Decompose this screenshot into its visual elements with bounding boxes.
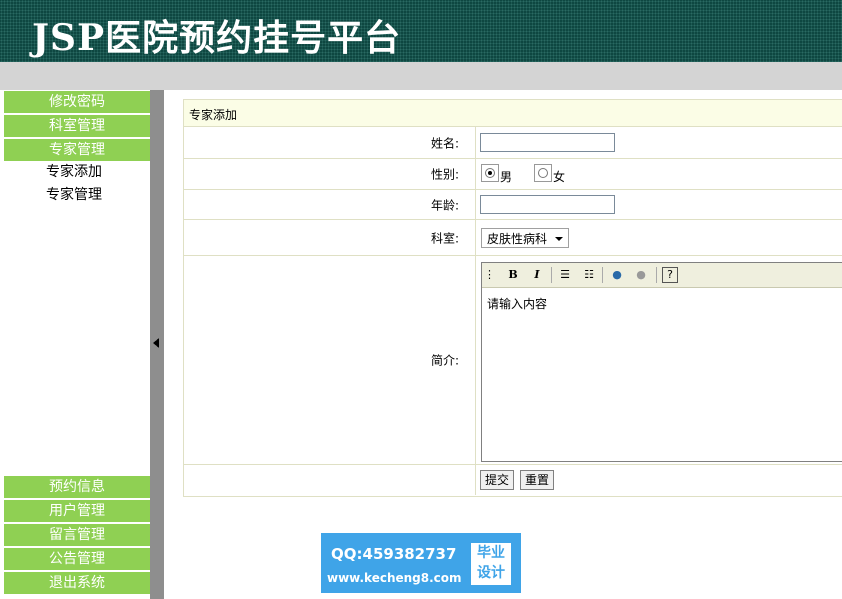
sidebar-item-notice-management[interactable]: 公告管理 (4, 548, 150, 570)
form-row-name: 姓名: (184, 127, 842, 159)
toolbar-grip-icon: ⋮ (484, 268, 495, 281)
help-button[interactable]: ? (662, 267, 678, 283)
form-title: 专家添加 (189, 108, 238, 122)
add-expert-form: 专家添加 姓名: 性别: 男 女 年龄: 科室: 皮肤性病科 简介: ⋮ B I… (183, 99, 842, 497)
italic-button[interactable]: I (528, 266, 546, 284)
unordered-list-icon[interactable]: ☷ (580, 266, 598, 284)
gender-male-radio[interactable] (481, 164, 499, 182)
rich-text-editor[interactable]: ⋮ B I ☰ ☷ ● ● ? 请输入内容 (481, 262, 842, 462)
form-row-department: 科室: 皮肤性病科 (184, 220, 842, 256)
name-input[interactable] (480, 133, 615, 152)
name-label: 姓名: (430, 136, 459, 150)
chevron-down-icon (555, 237, 563, 241)
form-row-age: 年龄: (184, 190, 842, 220)
app-title: JSP医院预约挂号平台 (32, 17, 402, 59)
form-row-actions: 提交 重置 (184, 465, 842, 495)
department-selected-value: 皮肤性病科 (487, 232, 548, 246)
sidebar-item-appointments[interactable]: 预约信息 (4, 476, 150, 498)
watermark-badge: 毕业 设计 (471, 543, 511, 585)
sidebar-subitem-add-expert[interactable]: 专家添加 (46, 161, 102, 183)
watermark-banner: QQ:459382737 www.kecheng8.com 毕业 设计 (321, 533, 521, 593)
reset-button[interactable]: 重置 (520, 470, 555, 490)
sidebar-item-expert-management[interactable]: 专家管理 (4, 139, 150, 161)
sidebar-item-user-management[interactable]: 用户管理 (4, 500, 150, 522)
sidebar-item-logout[interactable]: 退出系统 (4, 572, 150, 594)
intro-label: 简介: (430, 353, 459, 368)
gender-label: 性别: (430, 167, 459, 182)
editor-toolbar: ⋮ B I ☰ ☷ ● ● ? (482, 263, 842, 288)
form-row-gender: 性别: 男 女 (184, 159, 842, 190)
form-row-intro: 简介: ⋮ B I ☰ ☷ ● ● ? 请输入内容 (184, 256, 842, 465)
submit-button[interactable]: 提交 (480, 470, 515, 490)
sidebar-splitter[interactable] (150, 90, 164, 599)
department-select[interactable]: 皮肤性病科 (481, 228, 569, 248)
watermark-url: www.kecheng8.com (327, 571, 462, 585)
gender-male-label: 男 (500, 170, 513, 184)
gender-female-radio[interactable] (534, 164, 552, 182)
bold-button[interactable]: B (504, 266, 522, 284)
remove-link-icon[interactable]: ● (632, 266, 650, 284)
watermark-qq: QQ:459382737 (331, 545, 457, 563)
sidebar-item-department-management[interactable]: 科室管理 (4, 115, 150, 137)
collapse-arrow-icon[interactable] (153, 338, 159, 348)
age-input[interactable] (480, 195, 615, 214)
form-header: 专家添加 (184, 100, 842, 127)
gender-female-label: 女 (553, 170, 566, 184)
app-header: JSP医院预约挂号平台 (0, 0, 842, 62)
radio-unchecked-icon (538, 168, 548, 178)
intro-content[interactable]: 请输入内容 (487, 295, 547, 312)
radio-checked-icon (485, 168, 495, 178)
ordered-list-icon[interactable]: ☰ (556, 266, 574, 284)
sidebar-item-change-password[interactable]: 修改密码 (4, 91, 150, 113)
department-label: 科室: (430, 231, 459, 245)
insert-link-icon[interactable]: ● (608, 266, 626, 284)
sidebar: 修改密码 科室管理 专家管理 专家添加 专家管理 预约信息 用户管理 留言管理 … (0, 90, 150, 599)
sidebar-subitem-manage-experts[interactable]: 专家管理 (46, 184, 102, 206)
sidebar-item-message-management[interactable]: 留言管理 (4, 524, 150, 546)
header-divider-bar (0, 62, 842, 90)
age-label: 年龄: (430, 198, 459, 212)
